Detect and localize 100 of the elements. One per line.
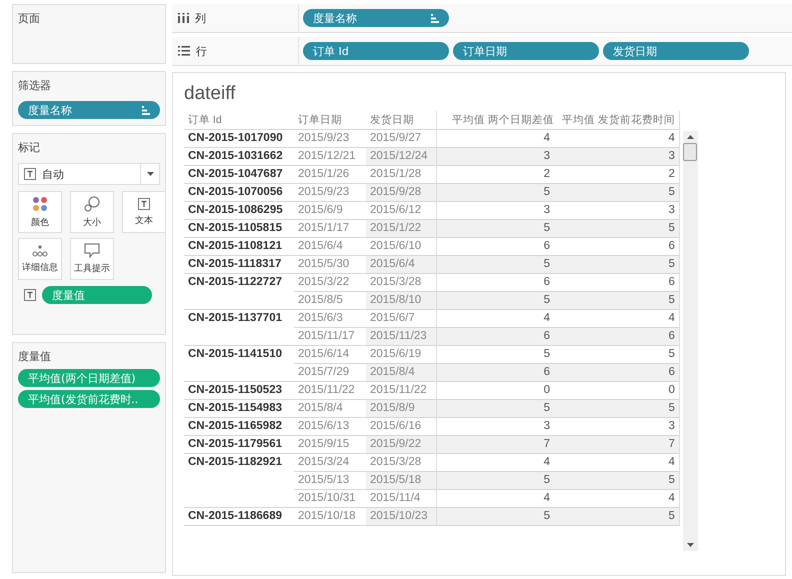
rows-icon: [178, 46, 190, 56]
table-cell: CN-2015-1086295: [184, 202, 294, 220]
sort-icon: [430, 14, 439, 22]
table-cell: CN-2015-1118317: [184, 256, 294, 274]
table-cell: CN-2015-1141510: [184, 346, 294, 382]
table-cell: 3: [558, 148, 680, 166]
text-icon: [138, 198, 150, 210]
table-cell: 2015/1/26: [294, 166, 366, 184]
table-cell: CN-2015-1031662: [184, 148, 294, 166]
dots-icon: [32, 196, 48, 212]
table-cell: 5: [558, 220, 680, 238]
table-cell: CN-2015-1182921: [184, 454, 294, 508]
table-cell: 2015/5/18: [366, 472, 436, 490]
table-cell: CN-2015-1108121: [184, 238, 294, 256]
shelf-label: 行: [196, 44, 207, 58]
field-pill[interactable]: 订单日期: [453, 42, 599, 60]
column-header: 平均值 发货前花费时间: [558, 111, 680, 130]
sort-icon: [141, 106, 150, 114]
table-cell: 3: [436, 148, 558, 166]
table-cell: 2015/6/4: [366, 256, 436, 274]
table-cell: 5: [436, 184, 558, 202]
table-cell: CN-2015-1137701: [184, 310, 294, 346]
table-cell: 5: [558, 292, 680, 310]
mark-button[interactable]: 颜色: [18, 191, 62, 233]
table-cell: CN-2015-1186689: [184, 508, 294, 526]
caret-icon: [147, 172, 154, 176]
table-cell: 6: [436, 328, 558, 346]
table-cell: 2015/6/3: [294, 310, 366, 328]
table-cell: 6: [436, 364, 558, 382]
field-pill[interactable]: 度量名称: [303, 9, 449, 27]
table-cell: 6: [558, 364, 680, 382]
column-header: 发货日期: [366, 111, 436, 130]
table-cell: 2015/6/9: [294, 202, 366, 220]
table-cell: CN-2015-1105815: [184, 220, 294, 238]
table-cell: 2015/8/4: [366, 364, 436, 382]
table-cell: 2015/8/10: [366, 292, 436, 310]
scroll-up-icon: [686, 135, 694, 139]
table-cell: 5: [558, 256, 680, 274]
table-cell: 2015/1/22: [366, 220, 436, 238]
scrollbar[interactable]: [682, 131, 698, 551]
mark-type-label: 自动: [42, 166, 65, 182]
table-cell: 5: [436, 256, 558, 274]
mark-type-dropdown[interactable]: 自动: [18, 163, 160, 185]
scroll-down-icon: [686, 543, 694, 547]
filter-pill[interactable]: 度量名称: [18, 101, 160, 119]
table-cell: CN-2015-1122727: [184, 274, 294, 310]
table-cell: 7: [436, 436, 558, 454]
table-cell: 5: [436, 220, 558, 238]
table-cell: 6: [558, 328, 680, 346]
text-icon: [24, 168, 36, 180]
card-title: 度量值: [18, 349, 52, 364]
card-title: 筛选器: [18, 78, 52, 93]
measure-pill[interactable]: 度量值: [42, 286, 152, 304]
text-icon: [24, 289, 36, 301]
table-cell: 2015/9/23: [294, 130, 366, 148]
dots-icon: [32, 244, 48, 256]
table-cell: 2015/12/24: [366, 148, 436, 166]
mark-button[interactable]: 大小: [70, 191, 114, 233]
table-cell: 5: [558, 508, 680, 526]
mark-button[interactable]: 文本: [122, 191, 166, 233]
table-cell: CN-2015-1047687: [184, 166, 294, 184]
table-cell: 2015/11/23: [366, 328, 436, 346]
view-title: dateiff: [184, 83, 236, 105]
table-cell: 5: [558, 472, 680, 490]
speech-bubble-icon: [84, 243, 100, 258]
column-header: 订单日期: [294, 111, 366, 130]
table-cell: 2015/6/4: [294, 238, 366, 256]
measure-pill[interactable]: 平均值(发货前花费时..: [18, 390, 160, 408]
table-cell: 2015/11/22: [294, 382, 366, 400]
table-cell: 2015/10/23: [366, 508, 436, 526]
table-cell: CN-2015-1179561: [184, 436, 294, 454]
table-cell: CN-2015-1150523: [184, 382, 294, 400]
table-cell: CN-2015-1017090: [184, 130, 294, 148]
table-cell: 5: [436, 400, 558, 418]
mark-button[interactable]: 工具提示: [70, 238, 114, 280]
table-cell: 2015/10/31: [294, 490, 366, 508]
table-cell: CN-2015-1165982: [184, 418, 294, 436]
table-cell: 5: [436, 292, 558, 310]
table-cell: 2015/6/14: [294, 346, 366, 364]
table-cell: 2015/3/24: [294, 454, 366, 472]
mark-button[interactable]: 详细信息: [18, 238, 62, 280]
table-cell: CN-2015-1070056: [184, 184, 294, 202]
shelf-label: 列: [195, 10, 206, 26]
table-cell: 2015/9/22: [366, 436, 436, 454]
card-title: 页面: [18, 11, 41, 26]
field-pill[interactable]: 订单 Id: [303, 42, 449, 60]
table-cell: 2015/3/22: [294, 274, 366, 292]
table-cell: 5: [436, 472, 558, 490]
table-cell: CN-2015-1154983: [184, 400, 294, 418]
circles-icon: [84, 196, 100, 212]
measure-pill[interactable]: 平均值(两个日期差值): [18, 369, 160, 387]
table-cell: 2015/8/9: [366, 400, 436, 418]
scroll-thumb[interactable]: [683, 143, 698, 161]
columns-icon: [178, 13, 189, 23]
table-cell: 2015/6/13: [294, 418, 366, 436]
table-cell: 5: [558, 400, 680, 418]
table-cell: 7: [558, 436, 680, 454]
card-title: 标记: [18, 140, 41, 155]
field-pill[interactable]: 发货日期: [603, 42, 749, 60]
column-header: 订单 Id: [184, 111, 294, 130]
